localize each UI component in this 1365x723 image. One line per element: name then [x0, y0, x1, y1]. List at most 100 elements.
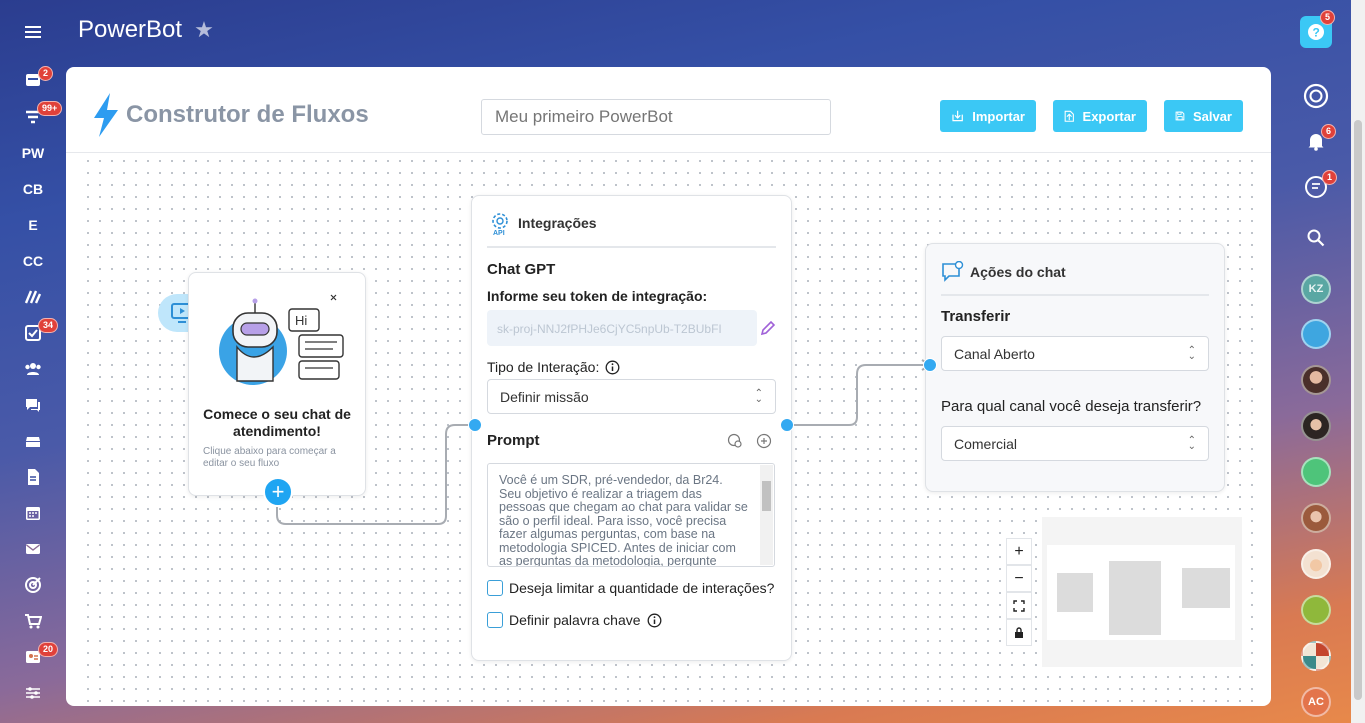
checkbox-box[interactable] [487, 612, 503, 628]
crm-button[interactable] [1300, 80, 1332, 112]
star-icon[interactable]: ★ [194, 17, 214, 43]
divider [487, 246, 776, 248]
contact-card-button[interactable] [1300, 594, 1332, 626]
notifications-badge: 6 [1321, 124, 1337, 139]
feed-badge: 2 [38, 66, 54, 81]
prompt-textarea[interactable]: Você é um SDR, pré-vendedor, da Br24. Se… [487, 463, 775, 567]
chevron-updown-icon: ⌃ ⌄ [1187, 344, 1196, 362]
zoom-out-button[interactable]: − [1006, 565, 1032, 592]
settings-icon[interactable] [13, 679, 53, 707]
divider [941, 294, 1209, 296]
import-button[interactable]: Importar [940, 100, 1036, 132]
checkbox-box[interactable] [487, 580, 503, 596]
prompt-scrollbar[interactable] [760, 465, 773, 565]
tasks-badge: 34 [38, 318, 59, 333]
avatar [1301, 549, 1331, 579]
user-avatar-2[interactable] [1300, 410, 1332, 442]
minimap[interactable] [1042, 517, 1242, 667]
lock-icon [1015, 626, 1023, 638]
mail-icon[interactable] [13, 535, 53, 563]
user-avatar-4[interactable] [1300, 548, 1332, 580]
edge-integration-actions [787, 364, 930, 426]
filter-badge: 99+ [37, 101, 63, 116]
lock-button[interactable] [1006, 619, 1032, 646]
interaction-type-value: Definir missão [500, 388, 589, 405]
help-badge: 5 [1320, 10, 1336, 25]
speech-hi: Hi [295, 313, 307, 328]
lightning-icon [94, 93, 118, 137]
contact-card-icon [1301, 595, 1331, 625]
open-channels-button[interactable] [1300, 318, 1332, 350]
channel-question: Para qual canal você deseja transferir? [941, 398, 1202, 415]
calendar-icon[interactable] [13, 499, 53, 527]
integration-input-port[interactable] [468, 418, 482, 432]
interaction-type-select[interactable]: Definir missão ⌃ ⌄ [487, 379, 776, 414]
zoom-in-button[interactable]: + [1006, 538, 1032, 565]
chevron-updown-icon: ⌃ ⌄ [754, 387, 763, 405]
left-sidebar: 2 99+ PW CB E CC 34 20 [0, 0, 66, 723]
integration-title: Integrações [518, 215, 597, 231]
integration-node[interactable]: API Integrações Chat GPT Informe seu tok… [471, 195, 792, 661]
svg-text:API: API [493, 230, 505, 236]
flow-canvas[interactable]: Hi Comece o seu chat de atendimento! Cli… [82, 155, 1256, 706]
help-icon: ? [1308, 24, 1324, 40]
transfer-select[interactable]: Canal Aberto ⌃ ⌄ [941, 336, 1209, 371]
fit-view-button[interactable] [1006, 592, 1032, 619]
search-button[interactable] [1300, 222, 1332, 254]
info-icon[interactable] [605, 360, 620, 375]
cart-icon[interactable] [13, 607, 53, 635]
current-user[interactable]: AC [1300, 686, 1332, 718]
info-icon[interactable] [647, 613, 662, 628]
channel-select[interactable]: Comercial ⌃ ⌄ [941, 426, 1209, 461]
page-scrollbar[interactable] [1351, 0, 1365, 723]
rail-cb[interactable]: CB [13, 175, 53, 203]
token-field[interactable]: sk-proj-NNJ2fPHJe6CjYC5npUb-T2BUbFI [487, 310, 757, 346]
builder-header: Construtor de Fluxos Importar Exportar S… [66, 67, 1271, 153]
flow-name-input[interactable] [481, 99, 831, 135]
inventory-icon[interactable] [13, 427, 53, 455]
limit-interactions-checkbox[interactable]: Deseja limitar a quantidade de interaçõe… [487, 580, 774, 596]
chat-icon[interactable] [13, 391, 53, 419]
start-subtitle: Clique abaixo para começar a editar o se… [203, 446, 336, 469]
export-button[interactable]: Exportar [1053, 100, 1147, 132]
robot-illustration: Hi [219, 294, 344, 385]
user-avatar-5[interactable] [1300, 640, 1332, 672]
contacts-icon[interactable] [13, 355, 53, 383]
service-name: Chat GPT [487, 261, 556, 278]
add-step-button[interactable]: + [263, 477, 293, 507]
integration-output-port[interactable] [780, 418, 794, 432]
minimap-start-node [1057, 573, 1093, 612]
user-kz[interactable]: KZ [1300, 273, 1332, 305]
start-node[interactable]: Hi Comece o seu chat de atendimento! Cli… [188, 272, 366, 507]
menu-icon[interactable] [13, 18, 53, 46]
user-avatar-3[interactable] [1300, 502, 1332, 534]
document-icon[interactable] [13, 463, 53, 491]
chat-actions-node[interactable]: Ações do chat Transferir Canal Aberto ⌃ ⌄… [925, 243, 1225, 492]
tasks-chat-icon [1301, 457, 1331, 487]
target-icon[interactable] [13, 571, 53, 599]
keyword-checkbox[interactable]: Definir palavra chave [487, 612, 662, 628]
search-icon [1307, 229, 1325, 247]
rail-cc[interactable]: CC [13, 247, 53, 275]
rail-e[interactable]: E [13, 211, 53, 239]
crm-icon [1303, 83, 1329, 109]
scrollbar-thumb[interactable] [1354, 120, 1362, 700]
api-gear-icon: API [492, 213, 508, 236]
interaction-type-text: Tipo de Interação: [487, 359, 600, 375]
chat-channels-icon [1301, 319, 1331, 349]
save-button[interactable]: Salvar [1164, 100, 1243, 132]
actions-input-port[interactable] [923, 358, 937, 372]
svg-text:?: ? [1313, 26, 1320, 40]
tasks-chat-button[interactable] [1300, 456, 1332, 488]
ai-icon[interactable] [756, 433, 772, 449]
user-avatar-1[interactable] [1300, 364, 1332, 396]
rail-pw[interactable]: PW [13, 139, 53, 167]
brand-icon[interactable] [13, 283, 53, 311]
app-title-bar: PowerBot ★ [78, 16, 214, 44]
prompt-settings-icon[interactable] [727, 433, 743, 449]
export-label: Exportar [1082, 108, 1136, 124]
channel-value: Comercial [954, 435, 1018, 452]
avatar [1301, 503, 1331, 533]
edit-pencil-icon[interactable] [760, 320, 776, 336]
transfer-label: Transferir [941, 308, 1011, 325]
